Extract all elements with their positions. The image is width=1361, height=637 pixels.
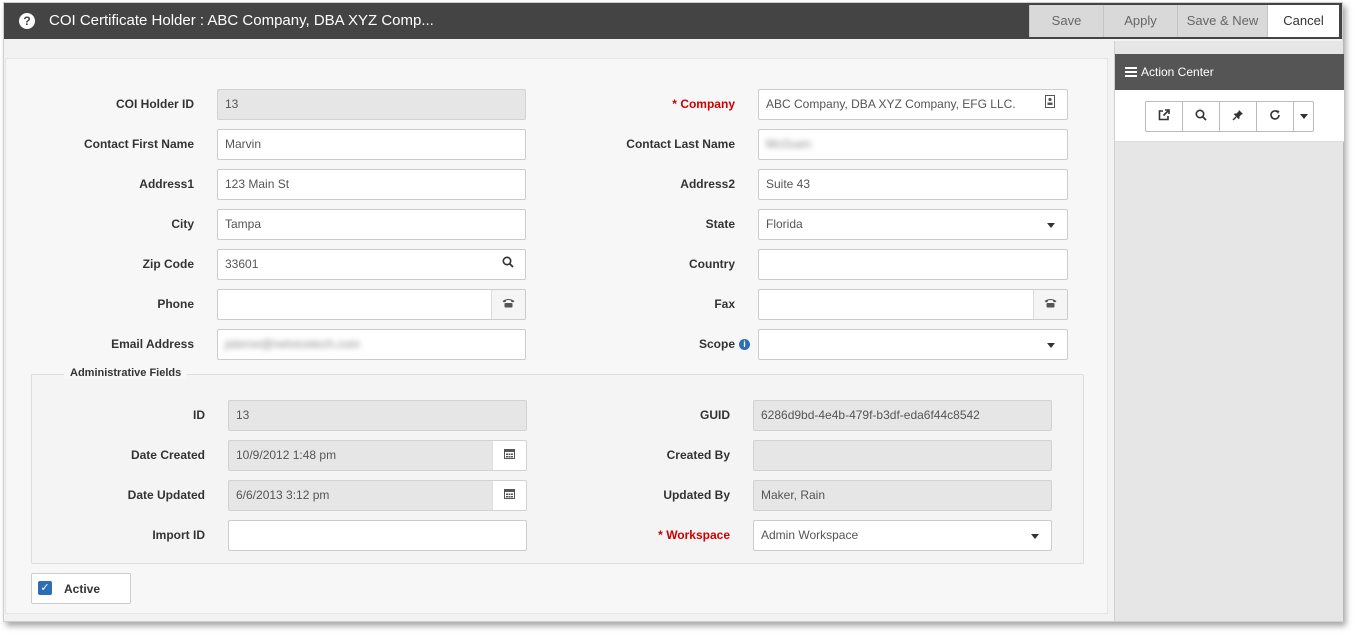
action-center-header: Action Center	[1115, 54, 1344, 90]
form-area: COI Holder ID 13 * Company ABC Company, …	[5, 58, 1108, 614]
calendar-icon[interactable]	[492, 441, 526, 470]
apply-button[interactable]: Apply	[1103, 5, 1177, 37]
window-title: COI Certificate Holder : ABC Company, DB…	[49, 12, 434, 29]
import-id-label: Import ID	[152, 528, 205, 542]
action-center-title: Action Center	[1141, 65, 1214, 79]
scope-label: Scope i	[606, 337, 750, 351]
updated-by-label: Updated By	[663, 488, 730, 502]
title-bar: ? COI Certificate Holder : ABC Company, …	[4, 3, 1342, 39]
chevron-down-icon	[1300, 114, 1308, 119]
phone-label: Phone	[157, 297, 194, 311]
administrative-fields-legend: Administrative Fields	[64, 367, 188, 379]
phone-icon[interactable]	[491, 290, 525, 319]
fax-label: Fax	[714, 297, 735, 311]
phone-icon[interactable]	[1033, 290, 1067, 319]
pin-button[interactable]	[1220, 102, 1257, 131]
chevron-down-icon	[1031, 534, 1039, 539]
pin-icon	[1232, 110, 1243, 121]
action-center-toolbar	[1145, 101, 1314, 132]
state-select[interactable]: Florida	[758, 209, 1068, 240]
dialog-window: ? COI Certificate Holder : ABC Company, …	[3, 2, 1344, 622]
import-id-field[interactable]	[228, 520, 527, 551]
workspace-label: * Workspace	[658, 528, 730, 542]
active-checkbox[interactable]: ✓	[38, 581, 52, 595]
search-icon	[1195, 109, 1207, 121]
scope-select[interactable]	[758, 329, 1068, 360]
contact-last-name-field[interactable]: McGuen	[758, 129, 1068, 160]
chevron-down-icon	[1047, 223, 1055, 228]
info-icon[interactable]: i	[739, 339, 750, 350]
help-icon[interactable]: ?	[19, 13, 35, 29]
search-icon[interactable]	[491, 250, 525, 279]
id-field: 13	[228, 400, 527, 431]
workspace-select[interactable]: Admin Workspace	[753, 520, 1052, 551]
save-button[interactable]: Save	[1029, 5, 1103, 37]
contact-card-icon[interactable]	[1033, 90, 1067, 119]
active-toggle[interactable]: ✓ Active	[31, 573, 131, 604]
coi-holder-id-label: COI Holder ID	[115, 97, 194, 111]
updated-by-field: Maker, Rain	[753, 480, 1052, 511]
date-updated-field: 6/6/2013 3:12 pm	[228, 480, 527, 511]
zip-code-label: Zip Code	[142, 257, 194, 271]
guid-label: GUID	[700, 408, 730, 422]
guid-field: 6286d9bd-4e4b-479f-b3df-eda6f44c8542	[753, 400, 1052, 431]
address1-label: Address1	[139, 177, 194, 191]
coi-holder-id-field: 13	[217, 89, 526, 120]
city-field[interactable]: Tampa	[217, 209, 526, 240]
save-and-new-button[interactable]: Save & New	[1177, 5, 1267, 37]
country-label: Country	[689, 257, 735, 271]
state-label: State	[705, 217, 735, 231]
date-created-label: Date Created	[130, 448, 205, 462]
address2-field[interactable]: Suite 43	[758, 169, 1068, 200]
city-label: City	[171, 217, 194, 231]
toolbar: Save Apply Save & New Cancel	[1029, 5, 1339, 37]
calendar-icon[interactable]	[492, 481, 526, 510]
contact-first-name-field[interactable]: Marvin	[217, 129, 526, 160]
company-label: * Company	[672, 97, 735, 111]
created-by-label: Created By	[666, 448, 730, 462]
company-field[interactable]: ABC Company, DBA XYZ Company, EFG LLC.	[758, 89, 1068, 120]
open-external-button[interactable]	[1146, 102, 1183, 131]
chevron-down-icon	[1047, 343, 1055, 348]
refresh-button[interactable]	[1257, 102, 1294, 131]
phone-field[interactable]	[217, 289, 526, 320]
id-label: ID	[193, 408, 205, 422]
external-link-icon	[1158, 109, 1170, 121]
action-center-toolbar-area	[1115, 90, 1344, 142]
cancel-button[interactable]: Cancel	[1267, 5, 1339, 37]
fax-field[interactable]	[758, 289, 1068, 320]
list-icon	[1125, 67, 1137, 77]
search-button[interactable]	[1183, 102, 1220, 131]
active-label: Active	[64, 582, 101, 596]
address1-field[interactable]: 123 Main St	[217, 169, 526, 200]
refresh-icon	[1270, 110, 1280, 120]
email-address-label: Email Address	[111, 337, 194, 351]
zip-code-field[interactable]: 33601	[217, 249, 526, 280]
created-by-field	[753, 440, 1052, 471]
action-center-panel: Action Center	[1114, 41, 1344, 621]
country-field[interactable]	[758, 249, 1068, 280]
date-created-field: 10/9/2012 1:48 pm	[228, 440, 527, 471]
contact-last-name-label: Contact Last Name	[626, 137, 735, 151]
more-actions-dropdown[interactable]	[1294, 102, 1313, 131]
contact-first-name-label: Contact First Name	[83, 137, 194, 151]
email-field[interactable]: jsterne@netvicetech.com	[217, 329, 526, 360]
address2-label: Address2	[680, 177, 735, 191]
date-updated-label: Date Updated	[127, 488, 205, 502]
